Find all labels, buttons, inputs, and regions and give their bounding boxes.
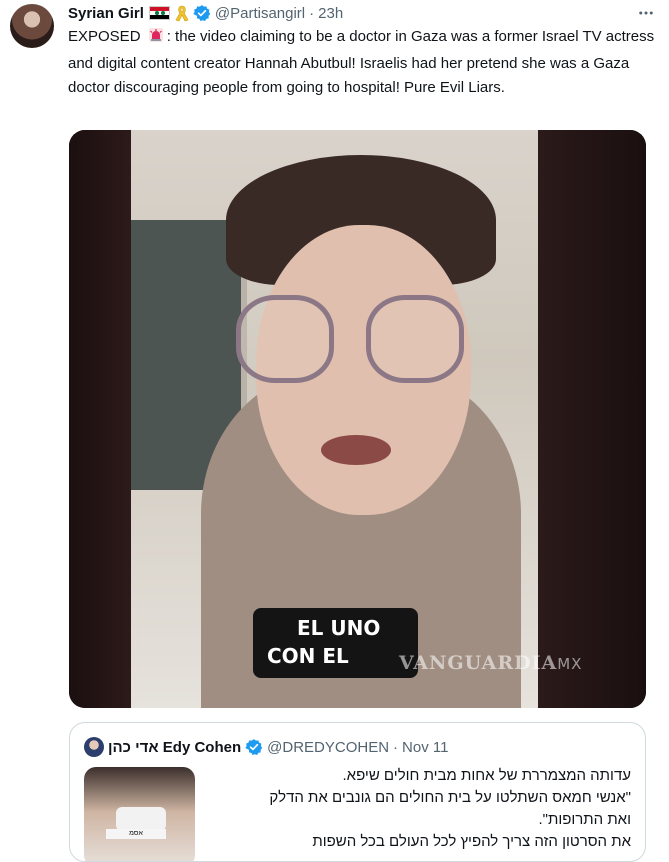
thumbnail-face-mask-shape	[116, 807, 166, 831]
siren-icon	[147, 26, 165, 52]
quoted-author-name: אדי כהן Edy Cohen	[108, 738, 242, 756]
author-avatar[interactable]	[10, 4, 54, 48]
video-letterbox-left	[69, 130, 131, 708]
quoted-tweet[interactable]: אדי כהן Edy Cohen @DREDYCOHEN · Nov 11 א…	[69, 722, 646, 862]
more-options-icon[interactable]	[635, 2, 657, 24]
tweet-header: Syrian Girl @Partisangirl · 23h	[68, 3, 343, 23]
thumbnail-name-tag: אסמ	[106, 829, 166, 839]
quoted-verified-badge-icon	[245, 738, 263, 756]
watermark-text: VANGUARDIA	[399, 652, 558, 674]
quoted-tweet-date: Nov 11	[402, 738, 449, 756]
tweet-timestamp[interactable]: 23h	[318, 5, 343, 22]
quoted-author-handle: @DREDYCOHEN	[267, 738, 390, 756]
header-separator: ·	[309, 4, 315, 22]
video-glasses-left	[236, 295, 334, 383]
yellow-ribbon-icon	[175, 5, 189, 22]
watermark-suffix: MX	[557, 655, 583, 673]
video-glasses-right	[366, 295, 464, 383]
quoted-header-separator: ·	[393, 738, 399, 756]
quoted-author-avatar	[84, 737, 104, 757]
quoted-text-line: עדותה המצמררת של אחות מבית חולים שיפא.	[342, 767, 631, 784]
quoted-text-line: ואת התרופות".	[538, 811, 631, 828]
video-caption-line2: CON EL	[267, 644, 349, 668]
video-caption: EL UNO CON EL	[253, 608, 418, 678]
video-caption-line1: EL UNO	[297, 616, 381, 640]
video-letterbox-right	[538, 130, 646, 708]
video-player[interactable]: EL UNO CON EL VANGUARDIAMX	[69, 130, 646, 708]
tweet-text: EXPOSED : the video claiming to be a doc…	[68, 25, 658, 100]
quoted-media-thumbnail[interactable]: אסמ	[84, 767, 195, 861]
quoted-text-line: את הסרטון הזה צריך להפיץ לכל העולם בכל ה…	[312, 833, 631, 850]
tweet-text-start: EXPOSED	[68, 28, 141, 45]
quoted-tweet-header: אדי כהן Edy Cohen @DREDYCOHEN · Nov 11	[84, 737, 448, 757]
author-name[interactable]: Syrian Girl	[68, 5, 144, 22]
syria-flag-icon	[148, 6, 170, 20]
video-mouth-shape	[321, 435, 391, 465]
quoted-text-line: "אנשי חמאס השתלטו על בית החולים הם גונבי…	[269, 789, 631, 806]
video-watermark: VANGUARDIAMX	[399, 652, 582, 674]
quoted-tweet-text: עדותה המצמררת של אחות מבית חולים שיפא. "…	[211, 765, 631, 853]
verified-badge-icon	[193, 4, 211, 22]
author-handle[interactable]: @Partisangirl	[215, 5, 305, 22]
